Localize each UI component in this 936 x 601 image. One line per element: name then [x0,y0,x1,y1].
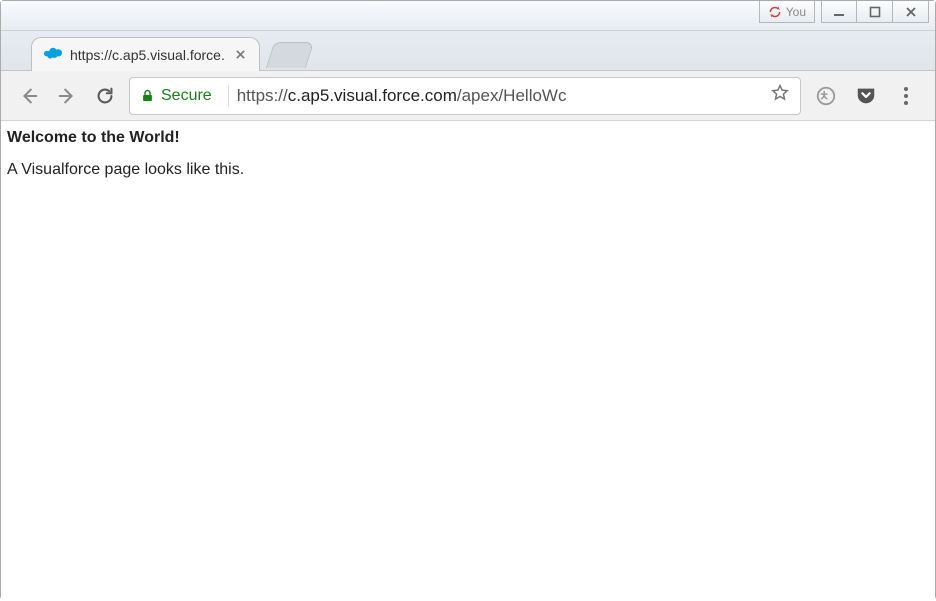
close-icon [905,6,917,18]
tab-title: https://c.ap5.visual.force. [70,47,225,63]
page-content: Welcome to the World! A Visualforce page… [1,121,935,601]
page-heading: Welcome to the World! [7,129,929,147]
arrow-right-icon [56,85,78,107]
browser-toolbar: Secure https://c.ap5.visual.force.com/ap… [1,71,935,121]
url-path: /apex/HelloWc [457,86,567,105]
sync-icon [768,5,782,19]
star-icon [770,83,790,103]
secure-chip[interactable]: Secure [140,87,220,105]
back-button[interactable] [15,82,43,110]
address-separator [228,85,229,107]
url-scheme: https:// [237,86,288,105]
user-badge[interactable]: You [759,1,815,23]
new-tab-button[interactable] [266,42,314,68]
url-text: https://c.ap5.visual.force.com/apex/Hell… [237,86,760,106]
close-window-button[interactable] [893,1,929,23]
browser-tab[interactable]: https://c.ap5.visual.force. [31,37,260,71]
close-icon [235,49,246,60]
tab-strip: https://c.ap5.visual.force. [1,31,935,71]
window-controls [821,1,929,23]
forward-button[interactable] [53,82,81,110]
window-titlebar: You [1,1,935,31]
arrow-left-icon [18,85,40,107]
address-bar[interactable]: Secure https://c.ap5.visual.force.com/ap… [129,77,801,115]
browser-menu-button[interactable] [891,81,921,111]
pocket-extension-button[interactable] [851,81,881,111]
url-domain: c.ap5.visual.force.com [288,86,457,105]
reload-button[interactable] [91,82,119,110]
minimize-button[interactable] [821,1,857,23]
salesforce-favicon [44,46,62,63]
bookmark-button[interactable] [768,83,792,108]
kebab-icon [900,83,912,109]
pocket-icon [855,85,877,107]
secure-label: Secure [161,87,212,105]
tab-close-button[interactable] [233,47,249,63]
page-paragraph: A Visualforce page looks like this. [7,161,929,179]
maximize-button[interactable] [857,1,893,23]
lock-icon [140,88,155,103]
translate-extension-button[interactable] [811,81,841,111]
translate-icon [815,85,837,107]
reload-icon [94,85,116,107]
minimize-icon [833,6,845,18]
maximize-icon [869,6,881,18]
user-badge-label: You [786,5,806,19]
